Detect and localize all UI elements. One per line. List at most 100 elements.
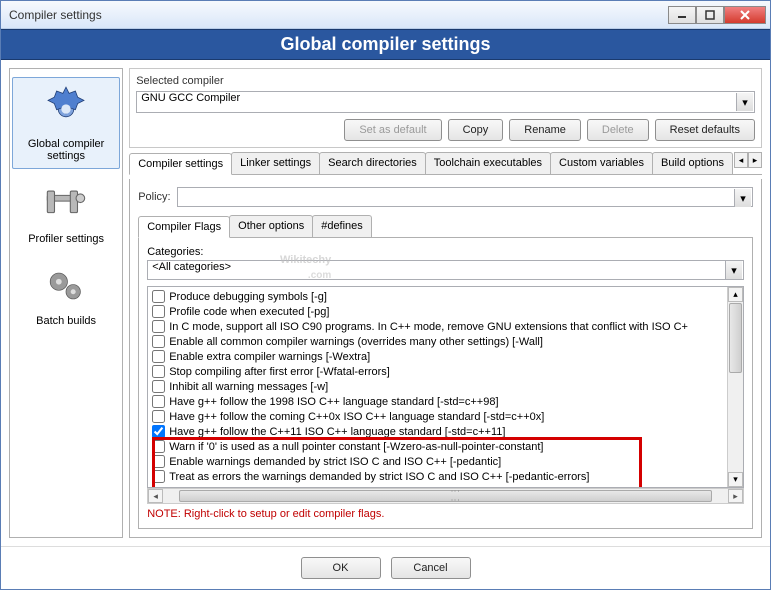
- flag-row[interactable]: Enable warnings demanded by strict ISO C…: [150, 454, 741, 469]
- delete-button[interactable]: Delete: [587, 119, 649, 141]
- flag-checkbox[interactable]: [152, 410, 165, 423]
- flag-text: Have g++ follow the coming C++0x ISO C++…: [169, 411, 544, 423]
- flag-text: Inhibit all warning messages [-w]: [169, 381, 328, 393]
- body-area: Global compiler settings Profiler settin…: [1, 60, 770, 546]
- inner-tab-body: Categories: <All categories> ▾ Produce d…: [138, 238, 753, 529]
- chevron-down-icon[interactable]: ▾: [734, 189, 751, 207]
- flag-checkbox[interactable]: [152, 320, 165, 333]
- sidebar-item-profiler[interactable]: Profiler settings: [12, 173, 120, 251]
- flag-text: Enable all common compiler warnings (ove…: [169, 336, 543, 348]
- categories-value: <All categories>: [152, 261, 231, 273]
- flag-row[interactable]: Enable extra compiler warnings [-Wextra]: [150, 349, 741, 364]
- chevron-down-icon[interactable]: ▾: [736, 93, 753, 111]
- flag-row[interactable]: Warn if '0' is used as a null pointer co…: [150, 439, 741, 454]
- compiler-select-row: GNU GCC Compiler ▾: [136, 91, 755, 113]
- flag-row[interactable]: Have g++ follow the C++11 ISO C++ langua…: [150, 424, 741, 439]
- flag-checkbox[interactable]: [152, 380, 165, 393]
- flag-checkbox[interactable]: [152, 350, 165, 363]
- titlebar: Compiler settings: [1, 1, 770, 29]
- window-title: Compiler settings: [5, 8, 668, 22]
- categories-select[interactable]: <All categories>: [147, 260, 744, 280]
- flag-row[interactable]: Enable all common compiler warnings (ove…: [150, 334, 741, 349]
- flag-row[interactable]: Stop compiling after first error [-Wfata…: [150, 364, 741, 379]
- flag-checkbox[interactable]: [152, 365, 165, 378]
- dialog-footer: OK Cancel: [1, 546, 770, 589]
- ok-button[interactable]: OK: [301, 557, 381, 579]
- chevron-down-icon[interactable]: ▾: [725, 261, 742, 279]
- tab-compiler-settings[interactable]: Compiler settings: [129, 153, 232, 175]
- rename-button[interactable]: Rename: [509, 119, 581, 141]
- flag-row[interactable]: Have g++ follow the 1998 ISO C++ languag…: [150, 394, 741, 409]
- flag-checkbox[interactable]: [152, 440, 165, 453]
- flags-list[interactable]: Produce debugging symbols [-g] Profile co…: [147, 286, 744, 488]
- flag-checkbox[interactable]: [152, 470, 165, 483]
- tab-build-options[interactable]: Build options: [652, 152, 733, 174]
- scroll-up-icon[interactable]: ▴: [728, 287, 743, 302]
- flag-row[interactable]: In C mode, support all ISO C90 programs.…: [150, 319, 741, 334]
- set-default-button[interactable]: Set as default: [344, 119, 441, 141]
- flag-text: In C mode, support all ISO C90 programs.…: [169, 321, 688, 333]
- flag-row[interactable]: Profile code when executed [-pg]: [150, 304, 741, 319]
- caliper-icon: [41, 179, 91, 229]
- sidebar: Global compiler settings Profiler settin…: [9, 68, 123, 538]
- compiler-select-value: GNU GCC Compiler: [141, 92, 240, 104]
- horizontal-scrollbar[interactable]: ◂ ▸: [147, 488, 744, 504]
- scroll-down-icon[interactable]: ▾: [728, 472, 743, 487]
- sidebar-item-batch-builds[interactable]: Batch builds: [12, 255, 120, 333]
- flag-text: Enable extra compiler warnings [-Wextra]: [169, 351, 370, 363]
- scroll-thumb[interactable]: [729, 303, 742, 373]
- flag-row[interactable]: Have g++ follow the coming C++0x ISO C++…: [150, 409, 741, 424]
- flag-checkbox[interactable]: [152, 335, 165, 348]
- flag-checkbox[interactable]: [152, 425, 165, 438]
- flag-row[interactable]: Inhibit all warning messages [-w]: [150, 379, 741, 394]
- copy-button[interactable]: Copy: [448, 119, 504, 141]
- flag-text: Treat as errors the warnings demanded by…: [169, 471, 589, 483]
- selected-compiler-group: Selected compiler GNU GCC Compiler ▾ Set…: [129, 68, 762, 148]
- categories-label: Categories:: [147, 246, 744, 258]
- outer-tabs: Compiler settings Linker settings Search…: [129, 152, 762, 175]
- banner-title: Global compiler settings: [1, 29, 770, 60]
- flag-text: Profile code when executed [-pg]: [169, 306, 329, 318]
- inner-tabs: Compiler Flags Other options #defines: [138, 215, 753, 238]
- scroll-right-icon[interactable]: ▸: [728, 489, 743, 503]
- flag-text: Have g++ follow the C++11 ISO C++ langua…: [169, 426, 505, 438]
- flag-text: Warn if '0' is used as a null pointer co…: [169, 441, 543, 453]
- tab-compiler-flags[interactable]: Compiler Flags: [138, 216, 230, 238]
- flag-text: Produce debugging symbols [-g]: [169, 291, 327, 303]
- tabs-scroll-left-icon[interactable]: ◂: [734, 152, 748, 168]
- tabs-scroll-right-icon[interactable]: ▸: [748, 152, 762, 168]
- tab-linker-settings[interactable]: Linker settings: [231, 152, 320, 174]
- compiler-select[interactable]: GNU GCC Compiler: [136, 91, 755, 113]
- close-button[interactable]: [724, 6, 766, 24]
- sidebar-item-label: Batch builds: [36, 315, 96, 327]
- reset-defaults-button[interactable]: Reset defaults: [655, 119, 755, 141]
- cancel-button[interactable]: Cancel: [391, 557, 471, 579]
- maximize-button[interactable]: [696, 6, 724, 24]
- tab-search-directories[interactable]: Search directories: [319, 152, 426, 174]
- gears-icon: [41, 261, 91, 311]
- scroll-thumb-h[interactable]: [179, 490, 712, 502]
- tab-custom-variables[interactable]: Custom variables: [550, 152, 653, 174]
- tab-toolchain-executables[interactable]: Toolchain executables: [425, 152, 551, 174]
- sidebar-item-global-compiler[interactable]: Global compiler settings: [12, 77, 120, 169]
- vertical-scrollbar[interactable]: ▴ ▾: [727, 287, 743, 487]
- tab-other-options[interactable]: Other options: [229, 215, 313, 237]
- flag-checkbox[interactable]: [152, 305, 165, 318]
- flag-checkbox[interactable]: [152, 395, 165, 408]
- note-text: NOTE: Right-click to setup or edit compi…: [147, 508, 744, 520]
- policy-select[interactable]: [177, 187, 753, 207]
- window-buttons: [668, 6, 766, 24]
- flag-row[interactable]: Treat as errors the warnings demanded by…: [150, 469, 741, 484]
- tab-defines[interactable]: #defines: [312, 215, 372, 237]
- policy-label: Policy:: [138, 191, 170, 203]
- minimize-button[interactable]: [668, 6, 696, 24]
- selected-compiler-label: Selected compiler: [136, 75, 755, 87]
- gear-icon: [41, 84, 91, 134]
- scroll-left-icon[interactable]: ◂: [148, 489, 163, 503]
- flag-checkbox[interactable]: [152, 290, 165, 303]
- flag-checkbox[interactable]: [152, 455, 165, 468]
- flag-text: Have g++ follow the 1998 ISO C++ languag…: [169, 396, 498, 408]
- outer-tab-body: Policy: ▾ Compiler Flags Other options #…: [129, 179, 762, 538]
- tab-scroll-buttons: ◂ ▸: [734, 152, 762, 174]
- flag-row[interactable]: Produce debugging symbols [-g]: [150, 289, 741, 304]
